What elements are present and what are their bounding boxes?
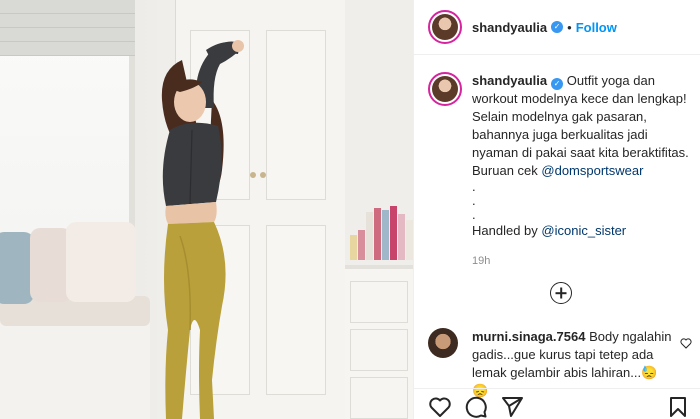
action-bar xyxy=(414,388,700,419)
caption-username[interactable]: shandyaulia xyxy=(472,73,547,88)
caption-dot: . xyxy=(472,193,476,208)
post-header: shandyaulia ✓ • Follow xyxy=(414,0,700,55)
caption-mention[interactable]: @domsportswear xyxy=(541,163,643,178)
verified-badge-icon: ✓ xyxy=(551,78,564,90)
books xyxy=(348,205,413,260)
model-figure xyxy=(161,40,244,419)
window-blind xyxy=(0,28,135,42)
post-sidebar: shandyaulia ✓ • Follow shandyaulia ✓ Outf… xyxy=(413,0,700,419)
caption-body: shandyaulia ✓ Outfit yoga dan workout mod… xyxy=(472,72,696,270)
comment-icon[interactable] xyxy=(464,395,488,419)
plus-circle-icon[interactable] xyxy=(550,282,572,304)
handled-by-mention[interactable]: @iconic_sister xyxy=(541,223,626,238)
caption-dot: . xyxy=(472,179,476,194)
author-avatar[interactable] xyxy=(428,10,462,44)
cabinet xyxy=(345,265,413,419)
window-blind xyxy=(0,42,135,56)
pillow xyxy=(0,232,34,304)
heart-icon[interactable] xyxy=(428,395,452,419)
commenter-username[interactable]: murni.sinaga.7564 xyxy=(472,329,585,344)
window-blind xyxy=(0,14,135,28)
commenter-avatar[interactable] xyxy=(428,328,458,358)
window-blind xyxy=(0,0,135,14)
comment-like-icon[interactable] xyxy=(680,338,692,349)
verified-badge-icon: ✓ xyxy=(551,21,564,33)
share-icon[interactable] xyxy=(500,395,524,419)
author-username[interactable]: shandyaulia xyxy=(472,20,547,35)
follow-button[interactable]: Follow xyxy=(576,20,617,35)
post-timestamp[interactable]: 19h xyxy=(472,252,696,270)
caption-avatar[interactable] xyxy=(428,72,462,106)
caption: shandyaulia ✓ Outfit yoga dan workout mod… xyxy=(428,72,696,270)
caption-dot: . xyxy=(472,207,476,222)
separator-dot: • xyxy=(567,19,572,35)
handled-by-text: Handled by xyxy=(472,223,538,238)
bookmark-icon[interactable] xyxy=(666,395,690,419)
post-photo[interactable] xyxy=(0,0,413,419)
